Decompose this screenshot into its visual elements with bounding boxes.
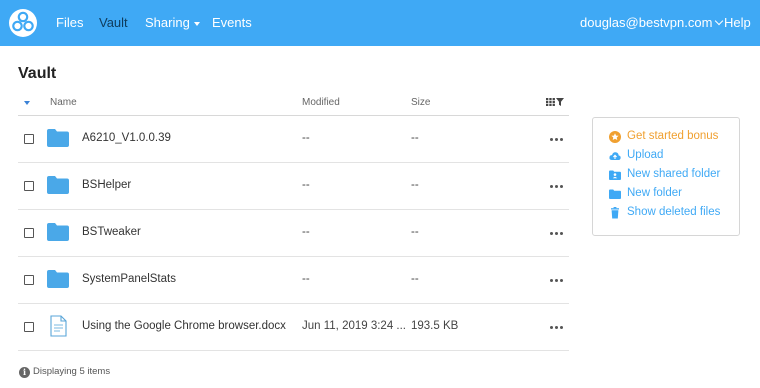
- nav-sharing-label: Sharing: [145, 15, 190, 30]
- row-checkbox[interactable]: [24, 181, 34, 191]
- row-checkbox[interactable]: [24, 322, 34, 332]
- file-modified: --: [302, 226, 310, 238]
- cloud-upload-icon: [609, 152, 621, 160]
- file-name[interactable]: BSTweaker: [82, 226, 141, 238]
- file-size: --: [411, 179, 419, 191]
- star-icon: [609, 131, 621, 143]
- show-deleted-files-label: Show deleted files: [627, 206, 721, 218]
- file-size: --: [411, 273, 419, 285]
- info-icon: i: [19, 367, 30, 378]
- filter-icon[interactable]: [556, 98, 564, 106]
- file-modified: --: [302, 273, 310, 285]
- folder-icon: [47, 176, 69, 194]
- caret-down-icon: [193, 21, 200, 26]
- folder-icon: [47, 223, 69, 241]
- folder-icon: [47, 270, 69, 288]
- new-shared-folder-label: New shared folder: [627, 168, 721, 180]
- sort-caret-icon[interactable]: [24, 101, 30, 105]
- more-options-icon[interactable]: [550, 185, 564, 189]
- grid-view-icon[interactable]: [546, 98, 555, 106]
- column-header-modified[interactable]: Modified: [302, 97, 340, 108]
- table-row[interactable]: BSHelper -- --: [18, 163, 569, 210]
- file-name[interactable]: Using the Google Chrome browser.docx: [82, 320, 286, 332]
- file-modified: --: [302, 179, 310, 191]
- file-name[interactable]: A6210_V1.0.0.39: [82, 132, 171, 144]
- more-options-icon[interactable]: [550, 138, 564, 142]
- trash-icon: [611, 207, 619, 219]
- row-checkbox[interactable]: [24, 275, 34, 285]
- file-modified: Jun 11, 2019 3:24 ...: [302, 320, 406, 332]
- file-size: 193.5 KB: [411, 320, 459, 332]
- top-nav-bar: Files Vault Sharing Events douglas@bestv…: [0, 0, 760, 46]
- page-title: Vault: [18, 65, 57, 82]
- actions-panel: Get started bonus Upload New shared fold…: [592, 117, 740, 236]
- table-row[interactable]: BSTweaker -- --: [18, 210, 569, 257]
- document-icon: [50, 315, 67, 337]
- row-checkbox[interactable]: [24, 134, 34, 144]
- file-size: --: [411, 226, 419, 238]
- nav-sharing[interactable]: Sharing: [145, 15, 200, 30]
- file-size: --: [411, 132, 419, 144]
- get-started-bonus-label: Get started bonus: [627, 130, 719, 142]
- new-folder-label: New folder: [627, 187, 682, 199]
- user-menu[interactable]: douglas@bestvpn.com: [580, 15, 724, 30]
- folder-icon: [47, 129, 69, 147]
- column-header-name[interactable]: Name: [50, 97, 77, 108]
- more-options-icon[interactable]: [550, 326, 564, 330]
- more-options-icon[interactable]: [550, 279, 564, 283]
- nav-help[interactable]: Help: [724, 15, 751, 30]
- nav-vault[interactable]: Vault: [99, 15, 128, 30]
- logo-icon[interactable]: [8, 8, 38, 38]
- file-name[interactable]: BSHelper: [82, 179, 131, 191]
- nav-events[interactable]: Events: [212, 15, 252, 30]
- nav-files[interactable]: Files: [56, 15, 83, 30]
- chevron-down-icon: [715, 16, 724, 26]
- row-checkbox[interactable]: [24, 228, 34, 238]
- more-options-icon[interactable]: [550, 232, 564, 236]
- file-name[interactable]: SystemPanelStats: [82, 273, 176, 285]
- user-email: douglas@bestvpn.com: [580, 15, 713, 30]
- folder-icon: [609, 189, 621, 199]
- upload-label: Upload: [627, 149, 664, 161]
- file-modified: --: [302, 132, 310, 144]
- item-count-text: Displaying 5 items: [33, 366, 111, 377]
- item-count-status: i Displaying 5 items: [19, 366, 110, 378]
- table-row[interactable]: A6210_V1.0.0.39 -- --: [18, 116, 569, 163]
- column-header-size[interactable]: Size: [411, 97, 430, 108]
- shared-folder-icon: [609, 170, 621, 180]
- table-row[interactable]: SystemPanelStats -- --: [18, 257, 569, 304]
- table-row[interactable]: Using the Google Chrome browser.docx Jun…: [18, 304, 569, 351]
